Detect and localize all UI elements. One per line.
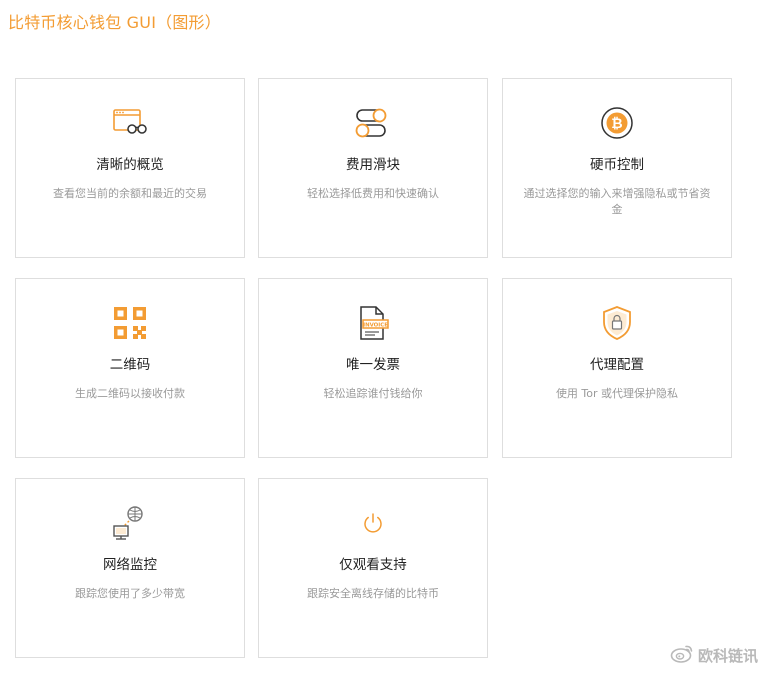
- weibo-icon: [670, 643, 694, 667]
- shield-lock-icon: [597, 303, 637, 343]
- card-title: 仅观看支持: [339, 557, 407, 573]
- card-description: 查看您当前的余额和最近的交易: [53, 187, 207, 200]
- page-title: 比特币核心钱包 GUI（图形）: [8, 13, 221, 32]
- card-title: 唯一发票: [346, 357, 400, 373]
- watermark-text: 欧科链讯: [697, 646, 758, 665]
- card-description: 跟踪安全离线存储的比特币: [307, 587, 439, 600]
- feature-card-proxy-config[interactable]: 代理配置 使用 Tor 或代理保护隐私: [502, 278, 732, 458]
- svg-text:INVOICE: INVOICE: [363, 322, 388, 328]
- card-title: 费用滑块: [346, 157, 400, 173]
- card-description: 轻松追踪谁付钱给你: [323, 387, 423, 400]
- toggle-slider-icon: [353, 103, 393, 143]
- feature-card-watch-only[interactable]: 仅观看支持 跟踪安全离线存储的比特币: [258, 478, 488, 658]
- card-title: 硬币控制: [590, 157, 644, 173]
- bitcoin-icon: ₿: [597, 103, 637, 143]
- network-monitor-icon: [110, 503, 150, 543]
- feature-card-qr-code[interactable]: 二维码 生成二维码以接收付款: [15, 278, 245, 458]
- card-description: 跟踪您使用了多少带宽: [75, 587, 185, 600]
- card-description: 生成二维码以接收付款: [75, 387, 185, 400]
- power-icon: [353, 503, 393, 543]
- watermark: 欧科链讯: [670, 643, 758, 667]
- card-title: 网络监控: [103, 557, 157, 573]
- feature-card-unique-invoice[interactable]: INVOICE 唯一发票 轻松追踪谁付钱给你: [258, 278, 488, 458]
- svg-text:₿: ₿: [611, 116, 622, 132]
- card-title: 代理配置: [590, 357, 644, 373]
- card-title: 二维码: [109, 357, 151, 373]
- card-description: 使用 Tor 或代理保护隐私: [555, 387, 679, 400]
- feature-card-coin-control[interactable]: ₿ 硬币控制 通过选择您的输入来增强隐私或节省资金: [502, 78, 732, 258]
- feature-card-overview[interactable]: 清晰的概览 查看您当前的余额和最近的交易: [15, 78, 245, 258]
- feature-card-fee-slider[interactable]: 费用滑块 轻松选择低费用和快速确认: [258, 78, 488, 258]
- invoice-icon: INVOICE: [353, 303, 393, 343]
- browser-glasses-icon: [110, 103, 150, 143]
- card-title: 清晰的概览: [96, 157, 164, 173]
- feature-card-network-monitor[interactable]: 网络监控 跟踪您使用了多少带宽: [15, 478, 245, 658]
- card-description: 通过选择您的输入来增强隐私或节省资金: [523, 187, 711, 216]
- qr-code-icon: [110, 303, 150, 343]
- card-description: 轻松选择低费用和快速确认: [307, 187, 439, 200]
